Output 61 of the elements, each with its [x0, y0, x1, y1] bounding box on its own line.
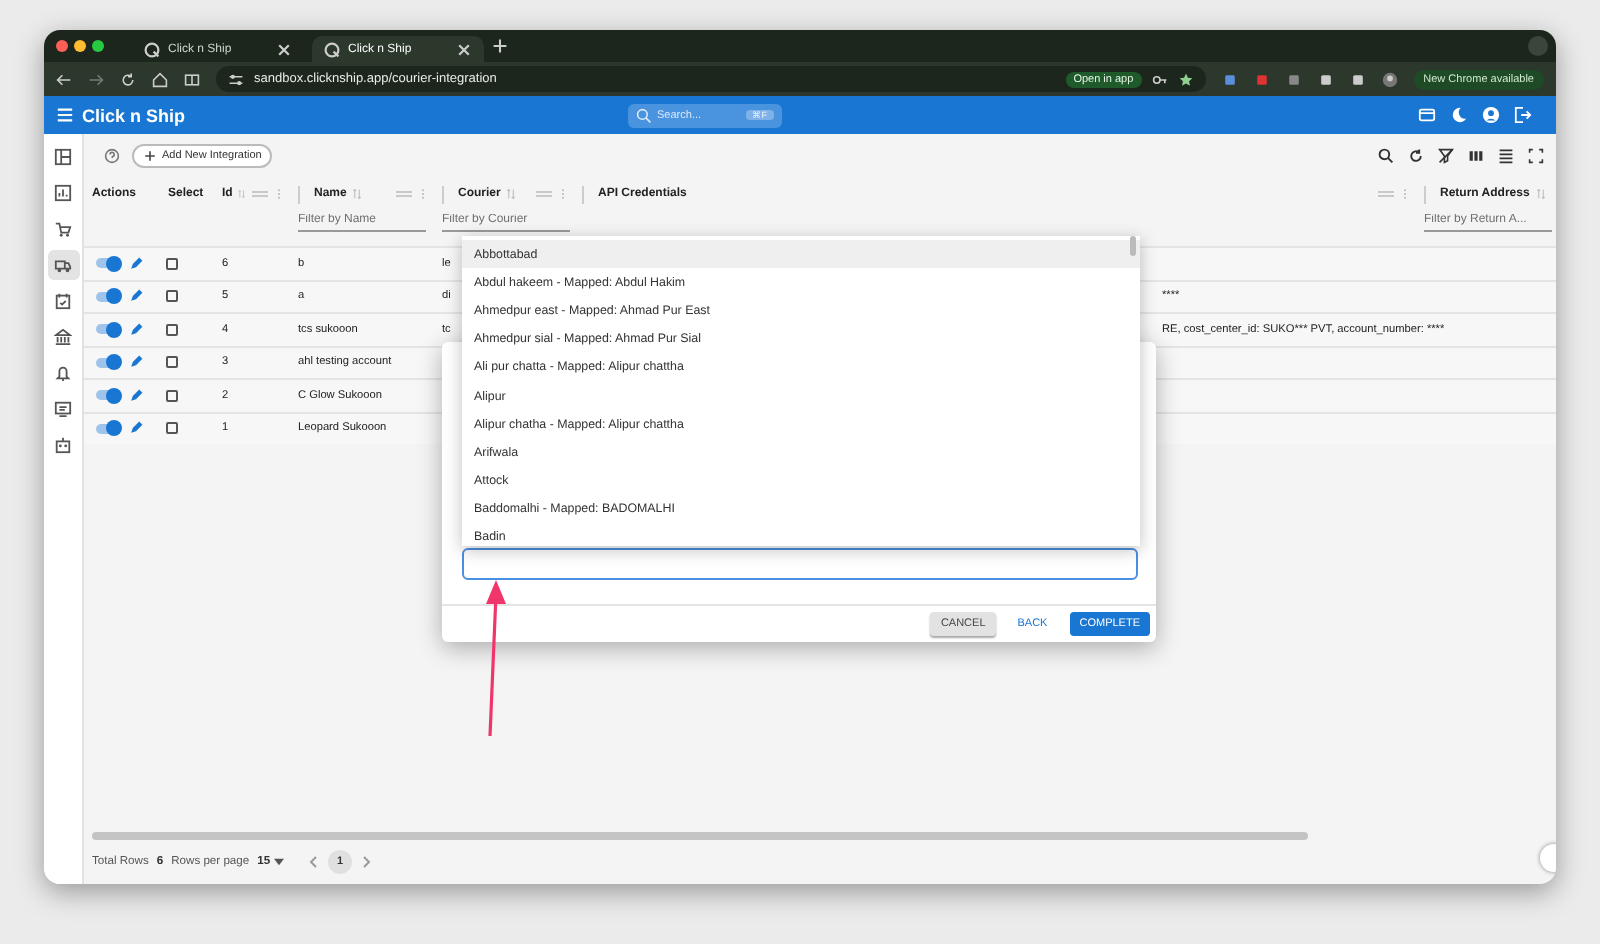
site-icon [324, 41, 340, 57]
site-icon [144, 41, 160, 57]
search-icon [635, 107, 652, 123]
toggle-switch[interactable] [96, 423, 120, 434]
logout-icon[interactable] [1514, 106, 1532, 124]
reload-icon[interactable] [120, 71, 136, 87]
next-page-icon[interactable] [360, 856, 373, 868]
plus-icon[interactable] [492, 38, 508, 54]
filter-off-icon[interactable] [1438, 148, 1454, 164]
moon-icon[interactable] [1450, 106, 1468, 124]
avatar-icon[interactable] [1381, 71, 1398, 87]
monitor-icon [54, 400, 72, 418]
fullscreen-icon[interactable] [1528, 148, 1544, 164]
close-icon[interactable] [276, 41, 292, 57]
drag-handle-icon[interactable] [536, 188, 552, 200]
scrollbar[interactable] [92, 832, 1308, 840]
checkbox[interactable] [166, 257, 178, 270]
bell-icon [54, 364, 72, 382]
toggle-switch[interactable] [96, 324, 120, 335]
truck-icon [54, 256, 72, 274]
toggle-switch[interactable] [96, 390, 120, 401]
split-view-icon[interactable] [184, 71, 200, 87]
columns-icon[interactable] [1468, 148, 1484, 164]
layout-icon [54, 148, 72, 166]
toggle-switch[interactable] [96, 357, 120, 368]
checkbox[interactable] [166, 323, 178, 336]
close-icon[interactable] [456, 41, 472, 57]
scrollbar[interactable] [1130, 236, 1136, 256]
robot-icon [54, 436, 72, 454]
card-icon[interactable] [1418, 106, 1436, 124]
previous-page-icon[interactable] [308, 856, 321, 868]
sidebar-item[interactable] [47, 250, 79, 280]
city-input-field[interactable] [462, 548, 1138, 580]
checkbox[interactable] [166, 290, 178, 303]
drag-handle-icon[interactable] [252, 188, 268, 200]
site-settings-icon[interactable] [228, 71, 244, 87]
drag-handle-icon[interactable] [1378, 188, 1394, 200]
bank-icon [54, 328, 72, 346]
back-icon[interactable] [56, 71, 72, 87]
menu-icon[interactable] [56, 106, 74, 124]
refresh-icon[interactable] [1408, 148, 1424, 164]
app-title: Click n Ship [82, 105, 186, 125]
home-icon[interactable] [152, 71, 168, 87]
calendar-icon [54, 292, 72, 310]
checkbox[interactable] [166, 356, 178, 369]
plus-icon [142, 148, 158, 164]
drag-handle-icon[interactable] [396, 188, 412, 200]
key-icon[interactable] [1151, 71, 1168, 87]
account-icon[interactable] [1482, 106, 1500, 124]
help-icon[interactable] [104, 148, 120, 164]
cart-icon [54, 220, 72, 238]
toggle-switch[interactable] [96, 258, 120, 269]
chart-icon [54, 184, 72, 202]
toggle-switch[interactable] [96, 291, 120, 302]
forward-icon[interactable] [88, 71, 104, 87]
star-icon[interactable] [1177, 71, 1194, 87]
search-icon[interactable] [1378, 148, 1394, 164]
checkbox[interactable] [166, 422, 178, 435]
checkbox[interactable] [166, 389, 178, 402]
caret-icon [274, 858, 285, 866]
density-icon[interactable] [1498, 148, 1514, 164]
